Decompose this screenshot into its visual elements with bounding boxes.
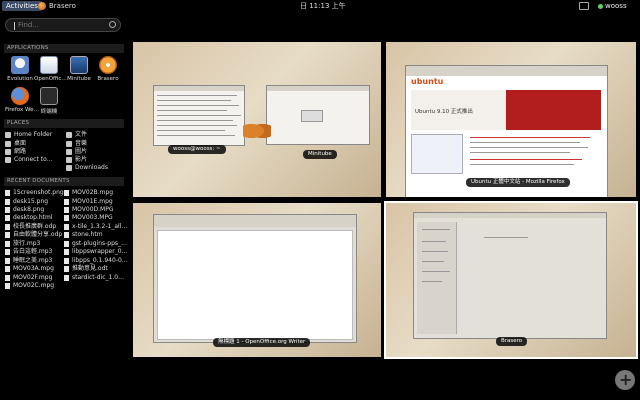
- butterfly-wallpaper-decoration: [243, 120, 271, 142]
- file-icon: [64, 258, 69, 264]
- activities-button[interactable]: Activities: [2, 1, 42, 11]
- app-firefox[interactable]: Firefox We…: [5, 87, 39, 121]
- clock[interactable]: 日 11:13 上午: [300, 1, 346, 11]
- applications-heading: APPLICATIONS: [4, 44, 124, 53]
- brasero-icon: [99, 56, 117, 74]
- workspace-4[interactable]: Brasero: [384, 201, 638, 359]
- app-brasero[interactable]: Brasero: [93, 56, 123, 90]
- minitube-icon: [70, 56, 88, 74]
- file-icon: [64, 190, 69, 196]
- app-label: 終端機: [40, 109, 58, 115]
- network-icon: [5, 149, 11, 155]
- file-icon: [5, 241, 10, 247]
- headline: Ubuntu 9.10 正式推出: [415, 109, 473, 115]
- window-caption: wooss@wooss: ~: [168, 145, 226, 154]
- file-icon: [5, 249, 10, 255]
- brasero-window-thumbnail[interactable]: [413, 212, 607, 339]
- workspace-3[interactable]: 無標題 1 - OpenOffice.org Writer: [133, 203, 381, 357]
- window-titlebar: [154, 86, 244, 91]
- desktop-folder-icon: [5, 141, 11, 147]
- app-label: OpenOffic…: [34, 76, 67, 82]
- file-icon: [5, 215, 10, 221]
- file-icon: [64, 207, 69, 213]
- file-icon: [64, 275, 69, 281]
- app-label: Evolution: [7, 76, 33, 82]
- brasero-sidebar: [417, 222, 457, 334]
- document-page: [157, 230, 353, 340]
- file-icon: [5, 224, 10, 230]
- file-icon: [64, 224, 69, 230]
- status-dot-icon: [598, 4, 603, 9]
- connect-server-icon: [5, 157, 11, 163]
- window-titlebar: [267, 86, 369, 91]
- sidebar-box: [411, 134, 463, 174]
- file-icon: [5, 258, 10, 264]
- folder-icon: [66, 157, 72, 163]
- app-label: Minitube: [67, 76, 91, 82]
- text-cursor: [14, 22, 15, 30]
- app-minitube[interactable]: Minitube: [64, 56, 94, 90]
- search-placeholder: Find...: [18, 21, 40, 29]
- file-icon: [5, 275, 10, 281]
- recent-documents-heading: RECENT DOCUMENTS: [4, 177, 124, 186]
- app-menu-label[interactable]: Brasero: [49, 1, 76, 11]
- minitube-window-thumbnail[interactable]: [266, 85, 370, 145]
- app-openoffice[interactable]: OpenOffic…: [34, 56, 67, 90]
- file-icon: [64, 249, 69, 255]
- app-label: Firefox We…: [5, 107, 39, 113]
- folder-icon: [66, 149, 72, 155]
- file-icon: [5, 199, 10, 205]
- firefox-icon: [11, 87, 29, 105]
- window-titlebar: [406, 66, 607, 76]
- writer-window-thumbnail[interactable]: [153, 214, 357, 343]
- dialog-box: [301, 110, 323, 122]
- brasero-icon[interactable]: [38, 2, 46, 10]
- workspace-1[interactable]: wooss@wooss: ~ Minitube: [133, 42, 381, 197]
- file-icon: [64, 232, 69, 238]
- workspace-2[interactable]: ubuntu Ubuntu 9.10 正式推出 Ubuntu 正體中文站 - M…: [386, 42, 636, 197]
- search-icon: [109, 21, 116, 28]
- places-heading: PLACES: [4, 119, 124, 128]
- evolution-icon: [11, 56, 29, 74]
- file-icon: [64, 266, 69, 272]
- openoffice-icon: [40, 56, 58, 74]
- window-caption: Brasero: [496, 337, 528, 346]
- file-icon: [5, 190, 10, 196]
- folder-icon: [66, 132, 72, 138]
- add-workspace-button[interactable]: +: [615, 370, 635, 390]
- window-titlebar: [414, 213, 606, 218]
- home-folder-icon: [5, 132, 11, 138]
- window-caption: Ubuntu 正體中文站 - Mozilla Firefox: [466, 178, 570, 187]
- app-label: Brasero: [97, 76, 119, 82]
- ubuntu-logo: ubuntu: [411, 77, 444, 86]
- window-caption: 無標題 1 - OpenOffice.org Writer: [213, 338, 311, 347]
- file-icon: [5, 266, 10, 272]
- file-icon: [5, 232, 10, 238]
- file-icon: [5, 207, 10, 213]
- user-menu[interactable]: wooss: [605, 1, 627, 11]
- terminal-window-thumbnail[interactable]: [153, 85, 245, 146]
- folder-icon: [66, 165, 72, 171]
- file-icon: [64, 199, 69, 205]
- terminal-icon: [40, 87, 58, 105]
- file-icon: [64, 241, 69, 247]
- plus-icon: +: [619, 370, 633, 389]
- folder-icon: [66, 141, 72, 147]
- app-evolution[interactable]: Evolution: [5, 56, 35, 90]
- file-icon: [64, 215, 69, 221]
- app-terminal[interactable]: 終端機: [34, 87, 64, 121]
- window-caption: Minitube: [303, 150, 337, 159]
- file-icon: [5, 283, 10, 289]
- keyboard-tray-icon[interactable]: [579, 2, 589, 10]
- search-input[interactable]: Find...: [5, 18, 121, 32]
- window-titlebar: [154, 215, 356, 227]
- top-panel: Activities Brasero 日 11:13 上午 wooss: [0, 0, 640, 12]
